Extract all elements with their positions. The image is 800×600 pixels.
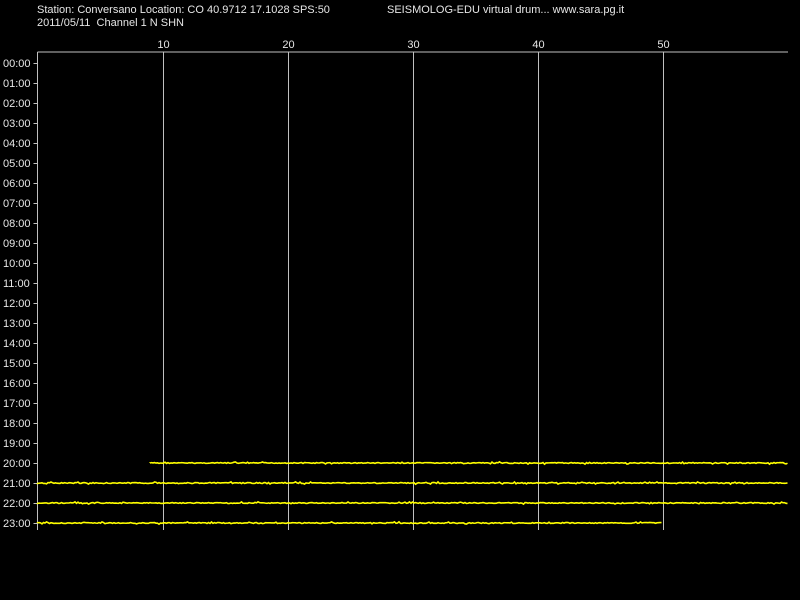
x-tick-label-50: 50 — [657, 39, 669, 51]
y-tick-label-0700: 07:00 — [3, 198, 31, 210]
y-tick-label-1200: 12:00 — [3, 298, 31, 310]
seismograph-drum: 10 20 30 40 50 00:00 01:00 02:00 03:00 04:00 05:00… — [3, 39, 788, 530]
y-tick-label-1300: 13:00 — [3, 318, 31, 330]
y-tick-label-1100: 11:00 — [3, 278, 30, 290]
y-tick-label-1900: 19:00 — [3, 438, 31, 450]
trace-2100 — [36, 480, 788, 486]
y-tick-label-0000: 00:00 — [3, 58, 31, 70]
trace-2000 — [149, 460, 788, 466]
y-tick-label-0400: 04:00 — [3, 138, 31, 150]
x-tick-label-10: 10 — [157, 39, 169, 51]
y-tick-label-0100: 01:00 — [3, 78, 31, 90]
y-tick-label-2100: 21:00 — [3, 478, 31, 490]
y-tick-label-1400: 14:00 — [3, 338, 31, 350]
y-tick-label-2300: 23:00 — [3, 518, 31, 530]
trace-2200 — [36, 500, 788, 506]
trace-2300 — [36, 520, 662, 526]
y-tick-label-0500: 05:00 — [3, 158, 31, 170]
y-tick-label-0600: 06:00 — [3, 178, 31, 190]
y-tick-label-2200: 22:00 — [3, 498, 31, 510]
y-tick-label-0800: 08:00 — [3, 218, 31, 230]
y-tick-label-1600: 16:00 — [3, 378, 31, 390]
y-tick-label-1000: 10:00 — [3, 258, 31, 270]
y-tick-label-2000: 20:00 — [3, 458, 31, 470]
x-tick-label-20: 20 — [282, 39, 294, 51]
x-tick-label-30: 30 — [407, 39, 419, 51]
x-tick-label-40: 40 — [532, 39, 544, 51]
y-tick-label-1800: 18:00 — [3, 418, 31, 430]
y-tick-label-0900: 09:00 — [3, 238, 31, 250]
y-tick-label-0300: 03:00 — [3, 118, 31, 130]
y-tick-label-1700: 17:00 — [3, 398, 31, 410]
y-tick-label-1500: 15:00 — [3, 358, 31, 370]
y-tick-label-0200: 02:00 — [3, 98, 31, 110]
